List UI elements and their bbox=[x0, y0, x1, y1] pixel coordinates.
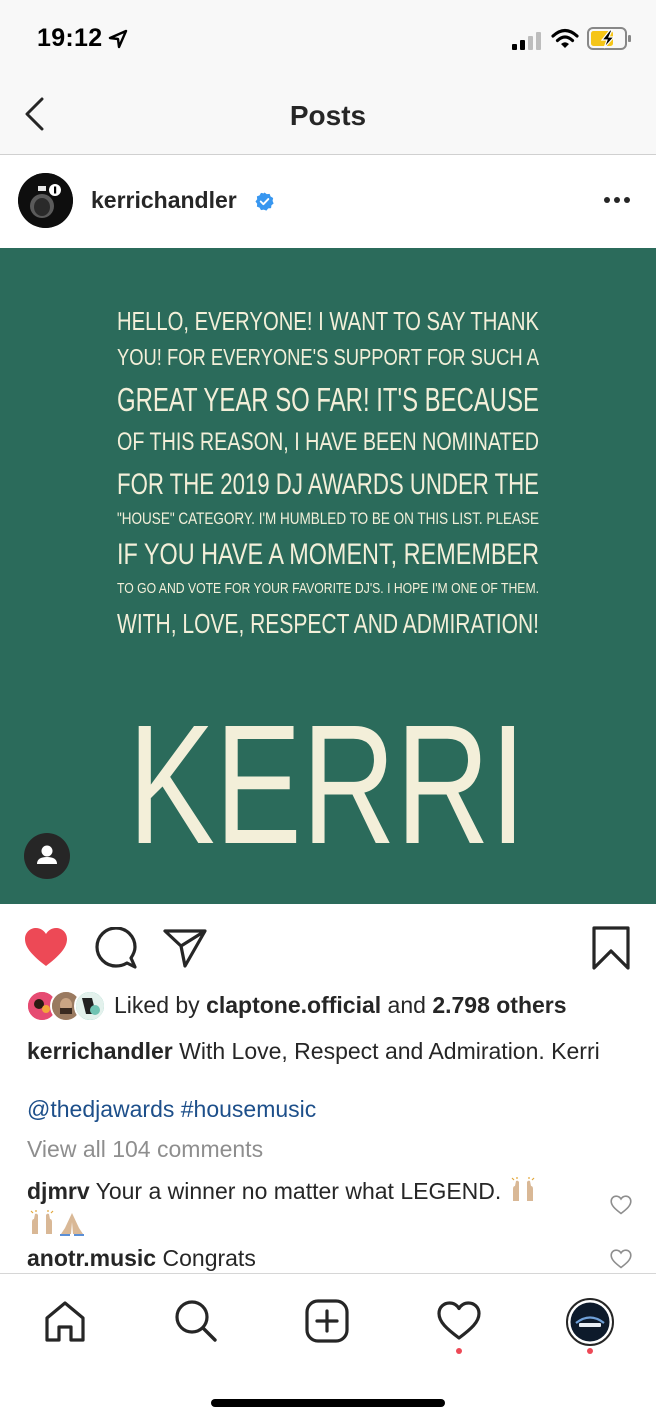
liker-avatar-3 bbox=[74, 990, 106, 1022]
status-time: 19:12 bbox=[37, 24, 103, 52]
profile-avatar-icon[interactable] bbox=[566, 1298, 614, 1346]
raising-hands-emoji-icon bbox=[30, 1210, 54, 1234]
comment-like-heart-icon[interactable] bbox=[610, 1249, 632, 1269]
likes-row[interactable]: Liked by claptone.official and 2.798 oth… bbox=[26, 990, 646, 1024]
share-send-icon[interactable] bbox=[163, 928, 207, 968]
caption-hashtags[interactable]: @thedjawards #housemusic bbox=[27, 1096, 316, 1123]
caption-text: With Love, Respect and Admiration. Kerri bbox=[172, 1038, 600, 1064]
image-line-8: TO GO AND VOTE FOR YOUR FAVORITE DJ'S. I… bbox=[117, 580, 539, 597]
likes-summary: Liked by claptone.official and 2.798 oth… bbox=[114, 992, 567, 1019]
raising-hands-emoji-icon bbox=[511, 1177, 535, 1201]
verified-badge-icon bbox=[255, 192, 274, 211]
image-line-2: YOU! FOR EVERYONE'S SUPPORT FOR SUCH A bbox=[117, 344, 540, 370]
home-icon[interactable] bbox=[44, 1300, 86, 1342]
likes-prefix: Liked by bbox=[114, 992, 207, 1018]
post-username[interactable]: kerrichandler bbox=[91, 187, 237, 214]
post-image-text: HELLO, EVERYONE! I WANT TO SAY THANK YOU… bbox=[117, 306, 540, 880]
image-line-6: "HOUSE" CATEGORY. I'M HUMBLED TO BE ON T… bbox=[117, 509, 539, 528]
image-line-1: HELLO, EVERYONE! I WANT TO SAY THANK bbox=[117, 306, 540, 336]
post-actions bbox=[0, 904, 656, 988]
post-image[interactable]: HELLO, EVERYONE! I WANT TO SAY THANK YOU… bbox=[0, 248, 656, 904]
comment-text: Congrats bbox=[156, 1245, 256, 1271]
user-avatar[interactable] bbox=[18, 173, 73, 228]
post-caption: kerrichandler With Love, Respect and Adm… bbox=[27, 1037, 627, 1066]
folded-hands-emoji-icon bbox=[60, 1213, 84, 1236]
activity-notification-dot bbox=[456, 1348, 462, 1354]
status-bar: 19:12 bbox=[0, 0, 656, 80]
save-bookmark-icon[interactable] bbox=[592, 926, 630, 970]
image-line-7: IF YOU HAVE A MOMENT, REMEMBER bbox=[117, 538, 539, 571]
comment-item: djmrv Your a winner no matter what LEGEN… bbox=[27, 1175, 587, 1241]
page-title: Posts bbox=[289, 100, 367, 131]
view-all-comments-link[interactable]: View all 104 comments bbox=[27, 1136, 263, 1163]
tagged-people-icon[interactable] bbox=[24, 833, 70, 879]
comment-text: Your a winner no matter what LEGEND. bbox=[89, 1178, 508, 1204]
cellular-signal-icon bbox=[512, 32, 541, 50]
comment-like-heart-icon[interactable] bbox=[610, 1195, 632, 1215]
post-header: kerrichandler bbox=[0, 155, 656, 248]
comment-item: anotr.music Congrats bbox=[27, 1242, 587, 1275]
search-icon[interactable] bbox=[174, 1299, 218, 1343]
like-heart-icon[interactable] bbox=[23, 926, 69, 968]
location-arrow-icon bbox=[108, 29, 128, 49]
comment-username[interactable]: djmrv bbox=[27, 1178, 90, 1204]
more-options-icon[interactable] bbox=[603, 196, 631, 204]
navigation-bar: Posts bbox=[0, 80, 656, 155]
image-line-9: WITH, LOVE, RESPECT AND ADMIRATION! bbox=[117, 608, 539, 639]
comment-username[interactable]: anotr.music bbox=[27, 1245, 156, 1271]
profile-notification-dot bbox=[587, 1348, 593, 1354]
comment-bubble-icon[interactable] bbox=[95, 927, 137, 969]
caption-username[interactable]: kerrichandler bbox=[27, 1038, 173, 1064]
likes-middle: and bbox=[381, 992, 433, 1018]
liked-by-user[interactable]: claptone.official bbox=[206, 992, 381, 1018]
image-signature: KERRI bbox=[128, 690, 526, 880]
add-post-icon[interactable] bbox=[305, 1299, 349, 1343]
likes-count[interactable]: 2.798 others bbox=[432, 992, 566, 1018]
wifi-icon bbox=[551, 28, 579, 48]
battery-charging-icon bbox=[587, 27, 631, 50]
image-line-3: GREAT YEAR SO FAR! IT'S BECAUSE bbox=[117, 381, 539, 418]
activity-heart-icon[interactable] bbox=[437, 1301, 481, 1341]
image-line-4: OF THIS REASON, I HAVE BEEN NOMINATED bbox=[117, 428, 539, 456]
home-indicator bbox=[211, 1399, 445, 1407]
image-line-5: FOR THE 2019 DJ AWARDS UNDER THE bbox=[117, 468, 539, 501]
